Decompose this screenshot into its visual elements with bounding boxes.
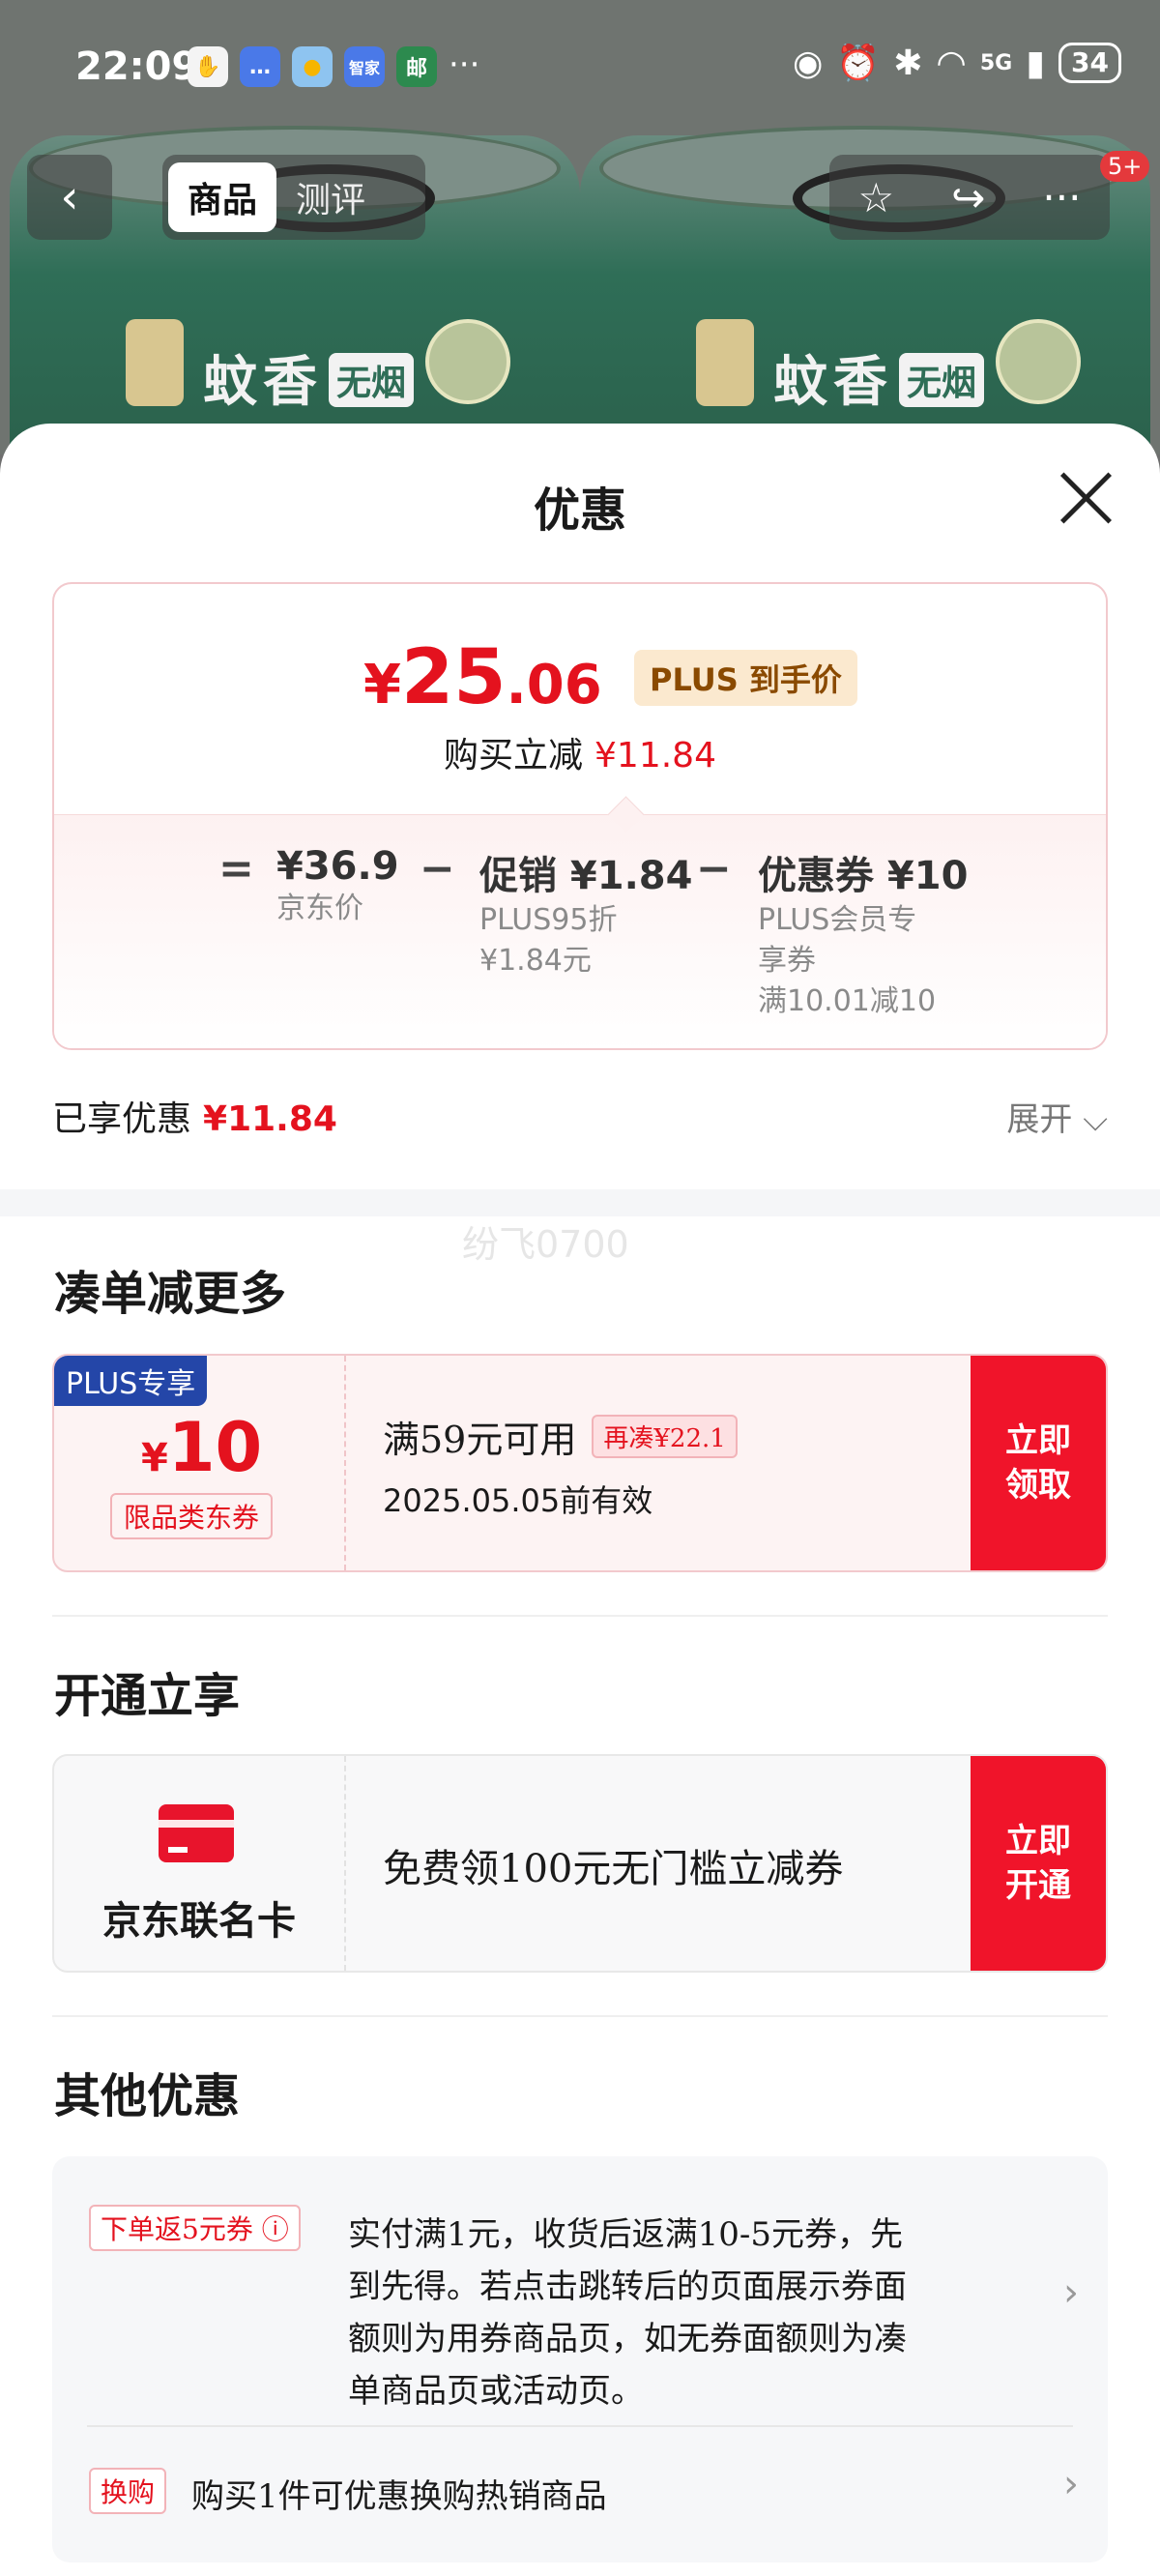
more-icon[interactable]: ···	[1042, 174, 1081, 221]
sheet-title: 优惠	[533, 483, 626, 538]
jd-card-offer: 京东联名卡 免费领100元无门槛立减券 立即 开通	[52, 1754, 1108, 1973]
weather-icon: ●	[292, 46, 333, 87]
breakdown-promo: 促销 ¥1.84 PLUS95折 ¥1.84元	[479, 854, 693, 978]
tab-review[interactable]: 测评	[296, 172, 365, 222]
plus-coupon-card: PLUS专享 ¥10 限品类东券 满59元可用 再凑¥22.1 2025.05.…	[52, 1354, 1108, 1572]
tab-product[interactable]: 商品	[168, 162, 277, 232]
signal-icon: ▮	[1026, 43, 1046, 83]
product-tag-text: 无烟	[899, 353, 985, 407]
top-actions: ☆ ↪ ···	[829, 155, 1110, 240]
chevron-left-icon: ‹	[60, 170, 79, 224]
close-icon[interactable]	[1052, 464, 1119, 532]
enjoyed-discount: 已享优惠 ¥11.84	[52, 1099, 337, 1139]
final-price: ¥ 25 .06	[363, 634, 602, 721]
battery-level: 34	[1058, 43, 1121, 83]
divider	[52, 1615, 1108, 1617]
star-icon[interactable]: ☆	[858, 174, 895, 221]
coupon-details: 满59元可用 再凑¥22.1 2025.05.05前有效	[383, 1410, 738, 1521]
coupon-value: ¥10	[141, 1408, 263, 1487]
section-title-open: 开通立享	[54, 1669, 241, 1723]
product-brand-text: 蚊香	[203, 350, 323, 414]
exchange-tag: 换购	[89, 2468, 167, 2514]
divider	[52, 2015, 1108, 2017]
watermark: 纷飞0700	[462, 1223, 629, 1266]
minus-sign: −	[696, 844, 732, 893]
minus-sign: −	[420, 844, 455, 893]
more-notifications-icon: ···	[449, 45, 480, 84]
alarm-icon: ⏰	[836, 44, 881, 83]
open-card-button[interactable]: 立即 开通	[971, 1756, 1106, 1971]
bluetooth-icon: ✱	[893, 43, 923, 83]
coupon-condition: 满59元可用	[383, 1419, 577, 1461]
share-icon[interactable]: ↪	[951, 174, 985, 221]
price-summary-box: ¥ 25 .06 PLUS 到手价 购买立减 ¥11.84 = ¥36.9 京东价…	[52, 582, 1108, 1050]
credit-card-icon	[159, 1804, 234, 1862]
section-divider	[0, 1189, 1160, 1216]
plus-ribbon: PLUS专享	[54, 1356, 208, 1406]
haier-icon: 智家	[344, 46, 385, 87]
section-title-other: 其他优惠	[54, 2069, 241, 2123]
instant-reduction: 购买立减 ¥11.84	[444, 736, 716, 776]
hand-icon: ✋	[188, 46, 228, 87]
chevron-right-icon: ›	[1063, 2270, 1079, 2315]
chevron-right-icon: ›	[1063, 2462, 1079, 2506]
plus-price-tag: PLUS 到手价	[634, 650, 857, 706]
cart-badge: 5+	[1100, 151, 1150, 182]
wifi-icon: ◠	[936, 43, 967, 83]
status-right: ◉ ⏰ ✱ ◠ 5G ▮ 34	[793, 43, 1121, 83]
status-bar: 22:09 ✋ … ● 智家 邮 ··· ◉ ⏰ ✱ ◠ 5G ▮ 34	[0, 0, 1160, 139]
breakdown-coupon: 优惠券 ¥10 PLUS会员专 享券 满10.01减10	[758, 854, 969, 1018]
other-offers-panel: 下单返5元券 ⓘ 实付满1元，收货后返满10-5元券，先 到先得。若点击跳转后的…	[52, 2156, 1108, 2562]
cashback-tag: 下单返5元券 ⓘ	[89, 2205, 301, 2251]
product-tag-text: 无烟	[329, 353, 415, 407]
expand-button[interactable]: 展开 ⌵	[1006, 1093, 1108, 1140]
top-tabs: 商品 测评	[162, 155, 425, 240]
eye-icon: ◉	[793, 43, 824, 83]
exchange-description: 购买1件可优惠换购热销商品	[191, 2477, 607, 2516]
section-title-more: 凑单减更多	[54, 1267, 287, 1321]
coupon-limit-tag: 限品类东券	[110, 1493, 274, 1539]
card-name: 京东联名卡	[102, 1898, 296, 1944]
status-time: 22:09	[75, 44, 199, 89]
coupon-expiry: 2025.05.05前有效	[383, 1482, 653, 1519]
message-icon: …	[240, 46, 280, 87]
breakdown-jd-price: ¥36.9 京东价	[276, 844, 399, 925]
status-app-icons: ✋ … ● 智家 邮 ···	[188, 46, 479, 87]
coupon-more-tag: 再凑¥22.1	[592, 1415, 738, 1458]
network-label: 5G	[979, 50, 1013, 75]
divider	[87, 2425, 1073, 2427]
post-icon: 邮	[396, 46, 437, 87]
claim-coupon-button[interactable]: 立即 领取	[971, 1356, 1106, 1570]
product-brand-text: 蚊香	[773, 350, 893, 414]
card-offer-text: 免费领100元无门槛立减券	[383, 1847, 844, 1891]
cashback-description: 实付满1元，收货后返满10-5元券，先 到先得。若点击跳转后的页面展示券面 额则…	[348, 2215, 907, 2411]
equals-sign: =	[218, 844, 254, 893]
back-button[interactable]: ‹	[27, 155, 112, 240]
price-breakdown: = ¥36.9 京东价 − 促销 ¥1.84 PLUS95折 ¥1.84元 − …	[54, 796, 1106, 1048]
